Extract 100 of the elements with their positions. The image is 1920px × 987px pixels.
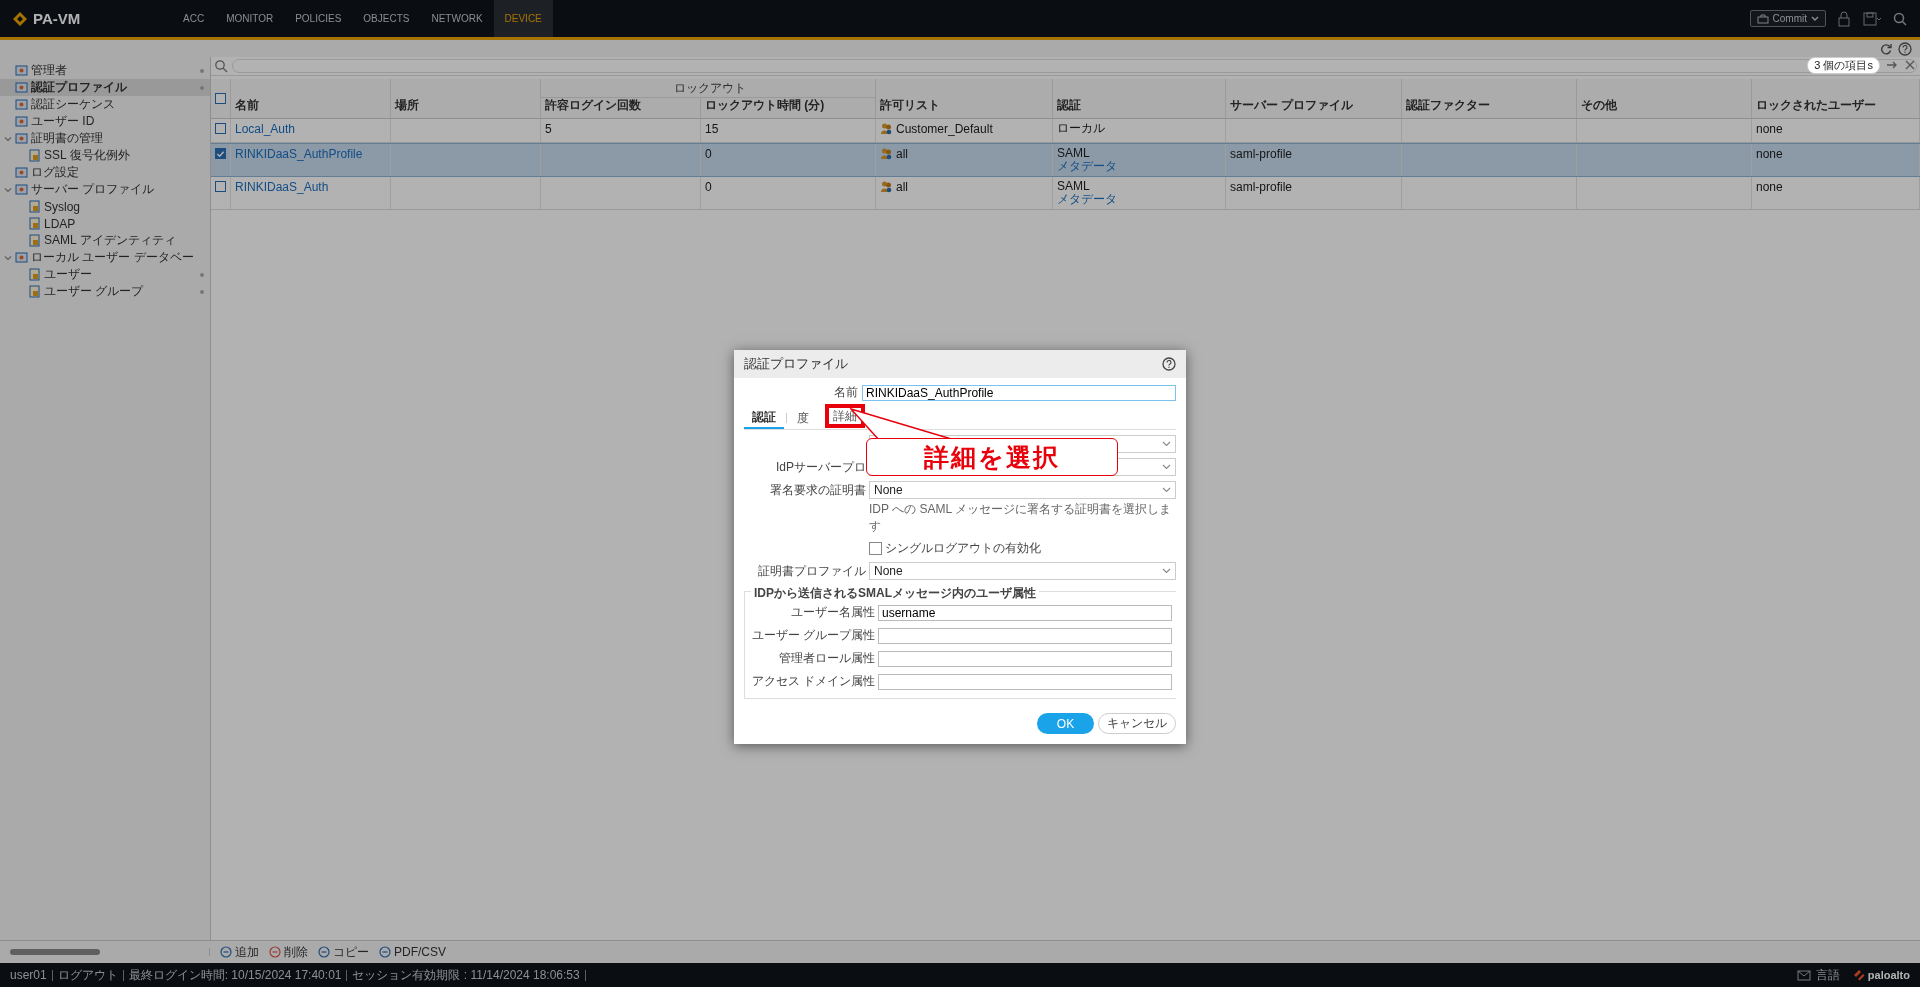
caret-icon[interactable]	[4, 134, 12, 143]
group-icon	[880, 180, 893, 193]
tree-item[interactable]: 認証シーケンス	[0, 96, 210, 113]
vendor-logo-icon	[1852, 969, 1865, 981]
checkbox[interactable]	[869, 542, 882, 555]
tree-item[interactable]: ローカル ユーザー データベー	[0, 249, 210, 266]
column-header[interactable]: 認証ファクター	[1406, 97, 1490, 114]
table-cell: SAML	[1057, 147, 1090, 160]
mail-icon[interactable]	[1796, 969, 1811, 981]
action-button[interactable]: コピー	[318, 943, 369, 961]
item-icon	[15, 166, 28, 179]
nav-tab[interactable]: OBJECTS	[352, 0, 421, 37]
lock-icon[interactable]	[1836, 10, 1852, 27]
text-field[interactable]	[878, 650, 1172, 667]
fieldset-legend: IDPから送信されるSMALメッセージ内のユーザ属性	[751, 585, 1039, 602]
table-cell: saml-profile	[1230, 180, 1292, 194]
nav-tab[interactable]: NETWORK	[420, 0, 494, 37]
nav-tab[interactable]: DEVICE	[493, 0, 553, 37]
table-cell: 15	[705, 122, 719, 136]
tree-item[interactable]: Syslog	[0, 198, 210, 215]
caret-icon	[1811, 15, 1819, 22]
field-label: アクセス ドメイン属性	[751, 673, 875, 690]
product-name: PA-VM	[33, 10, 81, 27]
item-icon	[15, 81, 28, 94]
tree-item[interactable]: 管理者	[0, 62, 210, 79]
row-checkbox[interactable]	[215, 181, 226, 192]
profile-name-link[interactable]: Local_Auth	[235, 122, 296, 136]
column-header[interactable]: 場所	[395, 97, 419, 114]
item-icon	[28, 234, 41, 247]
item-icon	[28, 200, 41, 213]
tree-item[interactable]: SSL 復号化例外	[0, 147, 210, 164]
table-cell: 5	[545, 122, 552, 136]
profile-name-link[interactable]: RINKIDaaS_Auth	[235, 180, 329, 194]
action-button[interactable]: 削除	[269, 943, 308, 961]
column-header[interactable]: 許容ログイン回数	[545, 97, 641, 114]
refresh-icon[interactable]	[1879, 41, 1893, 56]
scrollbar-thumb[interactable]	[10, 949, 100, 955]
column-header[interactable]: ロックアウト時間 (分)	[705, 97, 825, 114]
table-row[interactable]: RINKIDaaS_Auth 0 all SAML メタデータ saml-profile none	[211, 177, 1920, 210]
tree-item[interactable]: 認証プロファイル	[0, 79, 210, 96]
row-checkbox[interactable]	[215, 123, 226, 134]
tree-item[interactable]: 証明書の管理	[0, 130, 210, 147]
item-icon	[15, 98, 28, 111]
column-header[interactable]: 許可リスト	[880, 97, 940, 114]
table-cell: ローカル	[1057, 122, 1105, 135]
caret-icon[interactable]	[4, 185, 12, 194]
column-group-header: ロックアウト	[674, 79, 746, 97]
metadata-link[interactable]: メタデータ	[1057, 193, 1117, 206]
item-icon	[15, 251, 28, 264]
nav-tab[interactable]: MONITOR	[215, 0, 285, 37]
tree-item[interactable]: ユーザー	[0, 266, 210, 283]
row-checkbox[interactable]	[215, 148, 226, 159]
item-icon	[15, 64, 28, 77]
close-icon[interactable]	[1904, 59, 1916, 71]
select-all-checkbox[interactable]	[215, 93, 226, 104]
dropdown-field[interactable]: None	[869, 562, 1176, 580]
tree-item[interactable]: ログ設定	[0, 164, 210, 181]
help-icon[interactable]	[1162, 357, 1176, 371]
nav-tab[interactable]: ACC	[172, 0, 216, 37]
dialog-tab[interactable]: 認証	[744, 407, 784, 429]
search-icon	[214, 59, 228, 73]
table-cell: all	[896, 180, 908, 194]
dialog-tab[interactable]: 度	[789, 407, 817, 429]
user-name: user01	[10, 968, 47, 982]
caret-icon[interactable]	[4, 253, 12, 262]
text-field[interactable]: username	[878, 604, 1172, 621]
text-field[interactable]	[878, 673, 1172, 690]
language-link[interactable]: 言語	[1815, 966, 1840, 984]
search-icon[interactable]	[1892, 10, 1908, 27]
chevron-down-icon	[1162, 441, 1171, 447]
action-button[interactable]: 追加	[220, 943, 259, 961]
logout-link[interactable]: ログアウト	[57, 966, 118, 984]
tree-item[interactable]: SAML アイデンティティ	[0, 232, 210, 249]
tree-item[interactable]: ユーザー グループ	[0, 283, 210, 300]
dropdown-field[interactable]: None	[869, 481, 1176, 499]
save-icon[interactable]	[1862, 10, 1882, 27]
item-icon	[15, 183, 28, 196]
chevron-down-icon	[1162, 487, 1171, 493]
arrow-right-icon[interactable]	[1886, 59, 1898, 71]
column-header[interactable]: サーバー プロファイル	[1230, 97, 1354, 114]
tree-item[interactable]: LDAP	[0, 215, 210, 232]
text-field[interactable]	[878, 627, 1172, 644]
table-row[interactable]: RINKIDaaS_AuthProfile 0 all SAML メタデータ saml-profile none	[211, 143, 1920, 177]
column-header[interactable]: その他	[1581, 97, 1617, 114]
commit-button[interactable]: Commit	[1749, 10, 1826, 27]
table-cell: saml-profile	[1230, 147, 1292, 161]
name-field[interactable]: RINKIDaaS_AuthProfile	[862, 384, 1176, 401]
tree-item[interactable]: サーバー プロファイル	[0, 181, 210, 198]
table-cell: none	[1756, 180, 1783, 194]
group-icon	[880, 122, 893, 135]
field-label: ユーザー グループ属性	[751, 627, 875, 644]
column-header[interactable]: 認証	[1057, 97, 1081, 114]
action-button[interactable]: PDF/CSV	[379, 945, 446, 959]
tree-item[interactable]: ユーザー ID	[0, 113, 210, 130]
column-header[interactable]: 名前	[235, 97, 259, 114]
session-expiry: セッション有効期限 : 11/14/2024 18:06:53	[352, 966, 580, 984]
column-header[interactable]: ロックされたユーザー	[1756, 97, 1876, 114]
cancel-button[interactable]: キャンセル	[1098, 713, 1176, 734]
nav-tab[interactable]: POLICIES	[284, 0, 353, 37]
help-icon[interactable]	[1898, 41, 1912, 56]
